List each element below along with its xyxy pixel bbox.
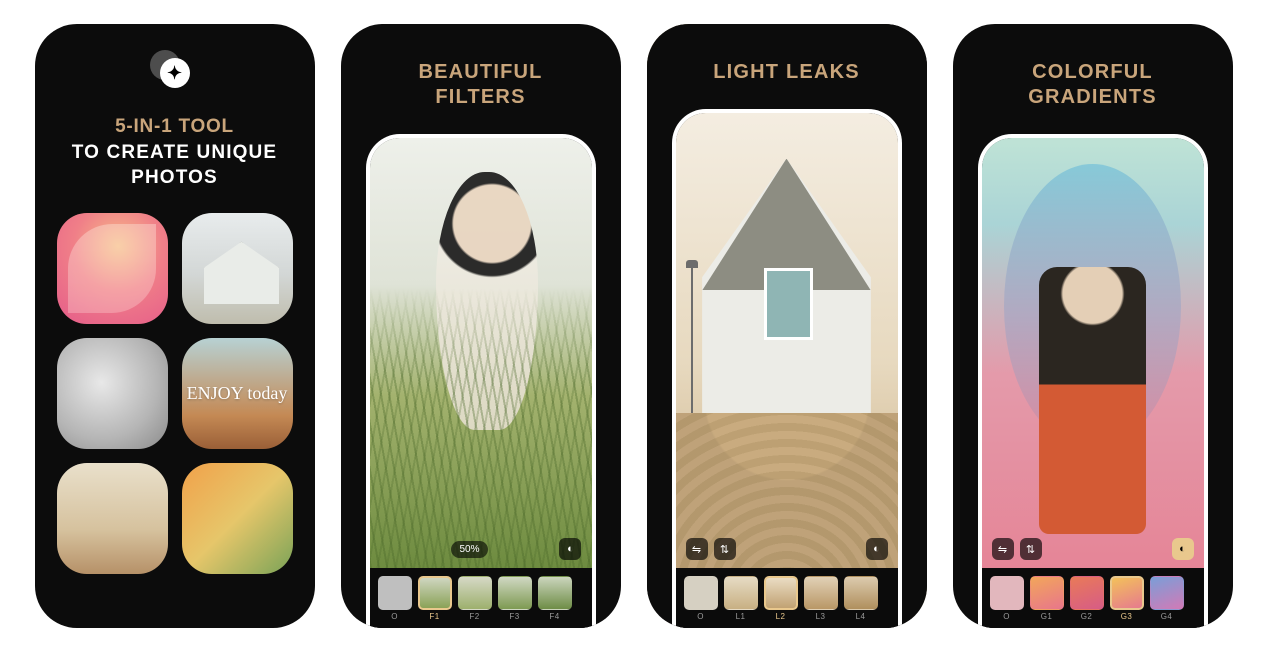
preset-thumb-preview <box>538 576 572 610</box>
preset-thumb-preview <box>458 576 492 610</box>
leak-thumb-row[interactable]: O L1 L2 L3 L4 <box>676 568 898 628</box>
phone-mockup-leaks: ⇋ ⇅ ◐ O L1 L2 L3 L4 <box>672 109 902 628</box>
preset-thumb-label: F4 <box>549 612 559 621</box>
photo-viewport[interactable]: 50% ◐ <box>370 138 592 568</box>
preset-thumb-label: O <box>391 612 398 621</box>
panel4-heading-l1: COLORFUL <box>1028 60 1157 85</box>
photo-viewport[interactable]: ⇋ ⇅ ◐ <box>676 113 898 568</box>
tagline-line3: PHOTOS <box>72 165 277 191</box>
photo-viewport[interactable]: ⇋ ⇅ ◐ <box>982 138 1204 568</box>
preset-thumb[interactable]: O <box>378 576 412 621</box>
preset-thumb-label: L2 <box>776 612 786 621</box>
preset-thumb-preview <box>418 576 452 610</box>
scene-field-illustration <box>370 138 592 568</box>
preset-thumb-label: L3 <box>816 612 826 621</box>
preset-thumb-preview <box>1030 576 1064 610</box>
app-logo-icon: ✦ <box>156 54 194 92</box>
preset-thumb-preview <box>1070 576 1104 610</box>
preset-thumb[interactable]: F3 <box>498 576 532 621</box>
panel4-heading: COLORFUL GRADIENTS <box>1028 60 1157 110</box>
tagline-line2: TO CREATE UNIQUE <box>72 140 277 166</box>
filter-thumb-row[interactable]: O F1 F2 F3 F4 <box>370 568 592 628</box>
preset-thumb[interactable]: G4 <box>1150 576 1184 621</box>
phone-mockup-filters: 50% ◐ O F1 F2 F3 F4 <box>366 134 596 628</box>
panel2-heading-l2: FILTERS <box>418 85 542 110</box>
preset-thumb-label: F1 <box>429 612 439 621</box>
sample-tile-street <box>57 463 168 574</box>
gradient-thumb-row[interactable]: O G1 G2 G3 G4 <box>982 568 1204 628</box>
tagline-line1: 5-IN-1 TOOL <box>72 114 277 140</box>
preset-thumb[interactable]: F1 <box>418 576 452 621</box>
scene-gradient-illustration <box>982 138 1204 568</box>
screenshot-panel-3: LIGHT LEAKS ⇋ ⇅ ◐ O L1 L2 L3 L4 <box>647 24 927 628</box>
screenshot-panel-4: COLORFUL GRADIENTS ⇋ ⇅ ◐ O G1 G2 G3 G4 <box>953 24 1233 628</box>
preset-thumb-preview <box>724 576 758 610</box>
flip-vertical-button[interactable]: ⇅ <box>1020 538 1042 560</box>
intensity-pill[interactable]: 50% <box>451 541 487 558</box>
tagline: 5-IN-1 TOOL TO CREATE UNIQUE PHOTOS <box>72 114 277 191</box>
sample-tile-house <box>182 213 293 324</box>
compare-toggle-button[interactable]: ◐ <box>866 538 888 560</box>
preset-thumb[interactable]: O <box>684 576 718 621</box>
sample-tile-palms <box>182 463 293 574</box>
preset-thumb[interactable]: L2 <box>764 576 798 621</box>
scene-person-icon <box>1039 267 1146 534</box>
phone-mockup-gradients: ⇋ ⇅ ◐ O G1 G2 G3 G4 <box>978 134 1208 628</box>
preset-thumb[interactable]: G3 <box>1110 576 1144 621</box>
preset-thumb-label: F2 <box>469 612 479 621</box>
sample-tile-enjoy: ENJOY today <box>182 338 293 449</box>
preset-thumb[interactable]: L3 <box>804 576 838 621</box>
preset-thumb-label: L1 <box>736 612 746 621</box>
screenshot-panel-1: ✦ 5-IN-1 TOOL TO CREATE UNIQUE PHOTOS EN… <box>35 24 315 628</box>
preset-thumb-preview <box>378 576 412 610</box>
preset-thumb-label: L4 <box>856 612 866 621</box>
preset-thumb[interactable]: F4 <box>538 576 572 621</box>
tile-enjoy-text: ENJOY today <box>187 384 288 402</box>
preset-thumb[interactable]: O <box>990 576 1024 621</box>
sample-tile-grid: ENJOY today <box>35 213 315 574</box>
preset-thumb-preview <box>990 576 1024 610</box>
scene-house-illustration <box>676 113 898 568</box>
panel4-heading-l2: GRADIENTS <box>1028 85 1157 110</box>
preset-thumb-label: F3 <box>509 612 519 621</box>
compare-toggle-button[interactable]: ◐ <box>559 538 581 560</box>
preset-thumb-preview <box>684 576 718 610</box>
panel3-heading: LIGHT LEAKS <box>713 60 860 85</box>
preset-thumb[interactable]: L4 <box>844 576 878 621</box>
preset-thumb[interactable]: F2 <box>458 576 492 621</box>
preset-thumb-preview <box>844 576 878 610</box>
preset-thumb-label: G1 <box>1041 612 1052 621</box>
panel2-heading-l1: BEAUTIFUL <box>418 60 542 85</box>
preset-thumb-label: G2 <box>1081 612 1092 621</box>
screenshot-panel-2: BEAUTIFUL FILTERS 50% ◐ O F1 F2 F3 F4 <box>341 24 621 628</box>
flip-horizontal-button[interactable]: ⇋ <box>686 538 708 560</box>
flip-vertical-button[interactable]: ⇅ <box>714 538 736 560</box>
preset-thumb[interactable]: G1 <box>1030 576 1064 621</box>
preset-thumb-preview <box>804 576 838 610</box>
preset-thumb-label: O <box>1003 612 1010 621</box>
preset-thumb-preview <box>498 576 532 610</box>
preset-thumb-label: G4 <box>1161 612 1172 621</box>
sample-tile-gradient <box>57 213 168 324</box>
flip-horizontal-button[interactable]: ⇋ <box>992 538 1014 560</box>
sample-tile-bw <box>57 338 168 449</box>
preset-thumb-label: G3 <box>1121 612 1132 621</box>
panel2-heading: BEAUTIFUL FILTERS <box>418 60 542 110</box>
preset-thumb-preview <box>764 576 798 610</box>
preset-thumb-preview <box>1110 576 1144 610</box>
preset-thumb-preview <box>1150 576 1184 610</box>
scene-person-icon <box>436 172 538 430</box>
preset-thumb[interactable]: L1 <box>724 576 758 621</box>
preset-thumb[interactable]: G2 <box>1070 576 1104 621</box>
preset-thumb-label: O <box>697 612 704 621</box>
compare-toggle-button[interactable]: ◐ <box>1172 538 1194 560</box>
